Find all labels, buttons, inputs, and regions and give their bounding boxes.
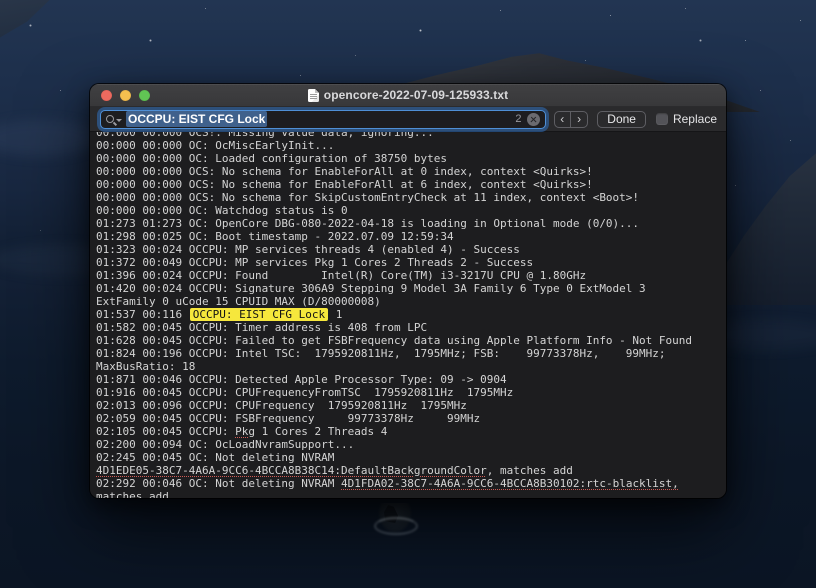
search-query-text: OCCPU: EIST CFG Lock [126, 111, 267, 127]
log-line: 01:323 00:024 OCCPU: MP services threads… [96, 243, 726, 256]
traffic-lights [101, 84, 150, 106]
mountain-silhouette-left [0, 0, 90, 48]
log-line: 01:537 00:116 OCCPU: EIST CFG Lock 1 [96, 308, 726, 321]
log-line: matches add [96, 490, 726, 498]
log-line: 02:245 00:045 OC: Not deleting NVRAM [96, 451, 726, 464]
log-line: 01:273 01:273 OC: OpenCore DBG-080-2022-… [96, 217, 726, 230]
find-previous-button[interactable]: ‹ [555, 112, 571, 127]
replace-checkbox[interactable] [656, 113, 668, 125]
find-search-input[interactable]: OCCPU: EIST CFG Lock 2 [100, 110, 546, 129]
log-line: 01:396 00:024 OCCPU: Found Intel(R) Core… [96, 269, 726, 282]
window-titlebar[interactable]: opencore-2022-07-09-125933.txt [90, 84, 726, 107]
log-line: 01:298 00:025 OC: Boot timestamp - 2022.… [96, 230, 726, 243]
log-line: 00:000 00:000 OCS: No schema for SkipCus… [96, 191, 726, 204]
texteditor-window: opencore-2022-07-09-125933.txt OCCPU: EI… [90, 84, 726, 498]
log-line: 01:916 00:045 OCCPU: CPUFrequencyFromTSC… [96, 386, 726, 399]
title-group: opencore-2022-07-09-125933.txt [308, 88, 508, 102]
window-title: opencore-2022-07-09-125933.txt [324, 88, 508, 102]
zoom-button[interactable] [139, 90, 150, 101]
cloud [0, 120, 100, 156]
log-line: 00:000 00:000 OCS!: Missing value data, … [96, 132, 726, 139]
log-line: 02:059 00:045 OCCPU: FSBFrequency 997733… [96, 412, 726, 425]
log-line: 02:105 00:045 OCCPU: Pkg 1 Cores 2 Threa… [96, 425, 726, 438]
document-icon [308, 89, 319, 102]
close-button[interactable] [101, 90, 112, 101]
find-next-button[interactable]: › [571, 112, 587, 127]
log-line: 01:420 00:024 OCCPU: Signature 306A9 Ste… [96, 282, 726, 295]
log-line: 01:871 00:046 OCCPU: Detected Apple Proc… [96, 373, 726, 386]
done-button[interactable]: Done [597, 111, 646, 128]
log-line: 01:372 00:049 OCCPU: MP services Pkg 1 C… [96, 256, 726, 269]
find-navigation: ‹ › [554, 111, 589, 128]
replace-label: Replace [673, 112, 717, 126]
log-line: 00:000 00:000 OCS: No schema for EnableF… [96, 165, 726, 178]
clear-search-icon[interactable] [527, 113, 540, 126]
log-line: 00:000 00:000 OC: Watchdog status is 0 [96, 204, 726, 217]
log-line: 00:000 00:000 OC: OcMiscEarlyInit... [96, 139, 726, 152]
replace-toggle: Replace [656, 112, 717, 126]
search-icon[interactable] [106, 115, 122, 123]
minimize-button[interactable] [120, 90, 131, 101]
log-line: 02:292 00:046 OC: Not deleting NVRAM 4D1… [96, 477, 726, 490]
log-line: MaxBusRatio: 18 [96, 360, 726, 373]
sea-rock [378, 503, 412, 533]
log-line: 00:000 00:000 OC: Loaded configuration o… [96, 152, 726, 165]
log-line: 02:200 00:094 OC: OcLoadNvramSupport... [96, 438, 726, 451]
find-bar: OCCPU: EIST CFG Lock 2 ‹ › Done Replace [90, 107, 726, 132]
log-line: 02:013 00:096 OCCPU: CPUFrequency 179592… [96, 399, 726, 412]
match-count: 2 [515, 113, 521, 125]
log-line: 01:582 00:045 OCCPU: Timer address is 40… [96, 321, 726, 334]
log-line: 01:628 00:045 OCCPU: Failed to get FSBFr… [96, 334, 726, 347]
log-text[interactable]: 00:000 00:000 OCS!: Missing value data, … [90, 132, 726, 498]
log-line: ExtFamily 0 uCode 15 CPUID MAX (D/800000… [96, 295, 726, 308]
chevron-down-icon [116, 119, 122, 122]
log-line: 00:000 00:000 OCS: No schema for EnableF… [96, 178, 726, 191]
log-line: 4D1EDE05-38C7-4A6A-9CC6-4BCCA8B38C14:Def… [96, 464, 726, 477]
log-line: 01:824 00:196 OCCPU: Intel TSC: 17959208… [96, 347, 726, 360]
